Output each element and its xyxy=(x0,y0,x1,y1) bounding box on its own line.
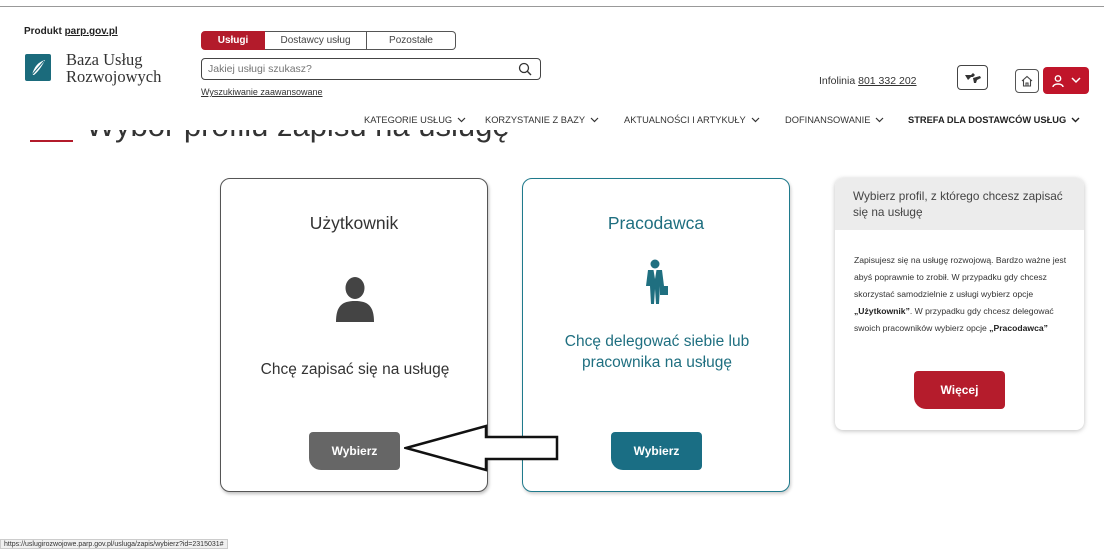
home-button[interactable] xyxy=(1015,69,1039,93)
search-box xyxy=(201,58,541,80)
employer-icon xyxy=(646,259,668,304)
tab-pozostale[interactable]: Pozostałe xyxy=(367,31,456,50)
search-scope-tabs: Usługi Dostawcy usług Pozostałe xyxy=(201,31,456,50)
nav-korzystanie-z-bazy[interactable]: KORZYSTANIE Z BAZY xyxy=(485,115,599,125)
wybierz-pracodawca-button[interactable]: Wybierz xyxy=(611,432,702,470)
logo-line-2: Rozwojowych xyxy=(66,67,162,86)
nav-strefa-dostawcow[interactable]: STREFA DLA DOSTAWCÓW USŁUG xyxy=(908,115,1080,125)
nav-label: AKTUALNOŚCI I ARTYKUŁY xyxy=(624,115,746,125)
nav-label: KATEGORIE USŁUG xyxy=(364,115,453,125)
logo-line-1: Baza Usług xyxy=(66,50,143,69)
info-body: Zapisujesz się na usługę rozwojową. Bard… xyxy=(854,252,1069,337)
nav-aktualnosci[interactable]: AKTUALNOŚCI I ARTYKUŁY xyxy=(624,115,760,125)
bur-logo-icon[interactable] xyxy=(25,54,51,81)
card-description: Chcę delegować siebie lub pracownika na … xyxy=(564,333,750,371)
produkt-prefix: Produkt xyxy=(24,26,65,37)
title-accent-line xyxy=(30,140,73,142)
main-nav: KATEGORIE USŁUG KORZYSTANIE Z BAZY AKTUA… xyxy=(0,115,1104,129)
info-text: Zapisujesz się na usługę rozwojową. Bard… xyxy=(854,255,1067,299)
status-bar-url: https://uslugirozwojowe.parp.gov.pl/uslu… xyxy=(0,539,228,549)
chevron-down-icon xyxy=(751,117,760,123)
person-icon xyxy=(336,277,374,322)
tab-uslugi[interactable]: Usługi xyxy=(201,31,265,50)
sign-language-button[interactable] xyxy=(957,65,988,90)
logo-text[interactable]: Baza Usług Rozwojowych xyxy=(66,51,161,85)
chevron-down-icon xyxy=(457,117,466,123)
nav-dofinansowanie[interactable]: DOFINANSOWANIE xyxy=(785,115,884,125)
info-text-employer: „Pracodawca” xyxy=(989,323,1048,333)
site-header: Produkt parp.gov.pl Baza Usług Rozwojowy… xyxy=(0,7,1104,130)
info-text-user: „Użytkownik” xyxy=(854,306,910,316)
advanced-search-link[interactable]: Wyszukiwanie zaawansowane xyxy=(201,87,322,97)
tab-dostawcy-uslug[interactable]: Dostawcy usług xyxy=(265,31,367,50)
search-icon[interactable] xyxy=(518,62,532,76)
produkt-label: Produkt parp.gov.pl xyxy=(24,26,118,37)
nav-label: STREFA DLA DOSTAWCÓW USŁUG xyxy=(908,115,1067,125)
wiecej-button[interactable]: Więcej xyxy=(914,371,1005,409)
card-title: Pracodawca xyxy=(607,213,705,233)
chevron-down-icon xyxy=(590,117,599,123)
card-description: Chcę zapisać się na usługę xyxy=(260,361,450,378)
chevron-down-icon xyxy=(1071,117,1080,123)
nav-label: DOFINANSOWANIE xyxy=(785,115,871,125)
pointer-arrow-annotation xyxy=(404,424,559,472)
wybierz-uzytkownik-button[interactable]: Wybierz xyxy=(309,432,400,470)
nav-kategorie-uslug[interactable]: KATEGORIE USŁUG xyxy=(364,115,466,125)
info-panel: Wybierz profil, z którego chcesz zapisać… xyxy=(835,178,1084,430)
nav-label: KORZYSTANIE Z BAZY xyxy=(485,115,586,125)
home-icon xyxy=(1021,75,1033,87)
sign-language-icon xyxy=(964,72,981,83)
chevron-down-icon xyxy=(875,117,884,123)
infolinia-number[interactable]: 801 332 202 xyxy=(858,75,916,87)
infolinia-label: Infolinia xyxy=(819,75,859,87)
info-heading: Wybierz profil, z którego chcesz zapisać… xyxy=(835,178,1084,230)
search-input[interactable] xyxy=(208,63,498,75)
card-title: Użytkownik xyxy=(309,213,399,233)
infolinia: Infolinia 801 332 202 xyxy=(819,75,917,87)
chevron-down-icon xyxy=(1071,77,1081,84)
page-title: Wybór profilu zapisu na usługę xyxy=(86,130,510,144)
user-account-button[interactable] xyxy=(1043,67,1089,94)
user-icon xyxy=(1052,74,1064,87)
produkt-link[interactable]: parp.gov.pl xyxy=(65,26,118,37)
page-title-area: Wybór profilu zapisu na usługę xyxy=(0,130,1104,150)
